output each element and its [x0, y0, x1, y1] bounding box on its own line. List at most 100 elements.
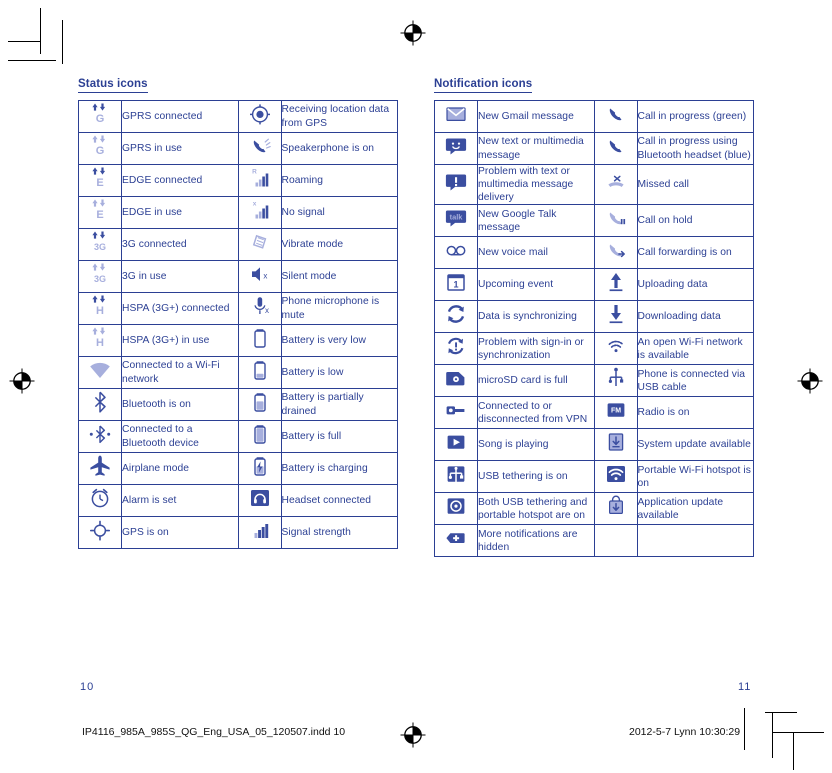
table-row: E EDGE connected R Roaming — [78, 164, 398, 197]
airplane-mode-icon — [87, 453, 113, 479]
table-row: 1 Upcoming event Uploading data — [434, 268, 754, 302]
status-icons-section: Status icons G GPRS connected Receiving lo… — [78, 74, 398, 549]
svg-text:G: G — [96, 145, 105, 157]
notification-icons-table: New Gmail message Call in progress (green… — [434, 100, 754, 558]
notification_icons-left-icon-cell — [434, 100, 478, 133]
battery-partial-icon — [247, 389, 273, 415]
notification_icons-right-icon-cell — [593, 268, 638, 302]
vibrate-mode-icon — [247, 229, 273, 255]
crop-mark-br-v3 — [744, 708, 745, 750]
status_icons-left-icon-cell: 3G — [78, 228, 122, 261]
status_icons-left-label: EDGE connected — [121, 164, 239, 197]
notification_icons-left-label: Problem with sign-in or synchronization — [477, 332, 595, 366]
status_icons-right-label: Battery is full — [280, 420, 398, 453]
status_icons-right-icon-cell — [237, 100, 282, 133]
sync-icon — [443, 301, 469, 327]
status_icons-left-icon-cell: G — [78, 132, 122, 165]
status_icons-right-icon-cell — [237, 356, 282, 389]
table-row: Connected to a Bluetooth device Battery i… — [78, 420, 398, 453]
status_icons-left-icon-cell — [78, 388, 122, 421]
notification_icons-right-label: Call in progress (green) — [636, 100, 754, 133]
calendar-event-icon: 1 — [443, 269, 469, 295]
table-row: Alarm is set Headset connected — [78, 484, 398, 517]
svg-text:R: R — [252, 169, 257, 176]
roaming-icon: R — [247, 165, 273, 191]
notification_icons-right-icon-cell — [593, 236, 638, 270]
svg-text:E: E — [96, 209, 103, 221]
status_icons-right-icon-cell: x — [237, 292, 282, 325]
table-row: Problem with sign-in or synchronization A… — [434, 332, 754, 366]
crop-mark-tl-v2 — [62, 20, 63, 64]
table-row: Problem with text or multimedia message … — [434, 163, 754, 206]
download-icon — [603, 301, 629, 327]
status_icons-left-label: EDGE in use — [121, 196, 239, 229]
3g-in-use-icon: 3G — [87, 261, 113, 287]
table-row: More notifications are hidden — [434, 524, 754, 558]
table-row: New Gmail message Call in progress (green… — [434, 100, 754, 133]
table-row: Bluetooth is on Battery is partially drai… — [78, 388, 398, 421]
status_icons-left-icon-cell — [78, 452, 122, 485]
microphone-mute-icon: x — [247, 293, 273, 319]
page-number-right: 11 — [738, 681, 752, 693]
gprs-in-use-icon: G — [87, 133, 113, 159]
battery-charging-icon — [247, 453, 273, 479]
gprs-connected-icon: G — [87, 101, 113, 127]
wifi-connected-icon — [87, 357, 113, 383]
status_icons-right-icon-cell: x — [237, 260, 282, 293]
usb-cable-icon — [603, 365, 629, 391]
status_icons-left-icon-cell — [78, 516, 122, 549]
tethering-hotspot-icon — [443, 493, 469, 519]
status_icons-right-label: Signal strength — [280, 516, 398, 549]
fm-radio-icon: FM — [603, 397, 629, 423]
status_icons-right-icon-cell — [237, 484, 282, 517]
status_icons-left-label: Connected to a Wi-Fi network — [121, 356, 239, 389]
svg-text:H: H — [96, 337, 104, 349]
status_icons-right-label: No signal — [280, 196, 398, 229]
status-icons-title: Status icons — [78, 78, 148, 93]
notification_icons-left-label: New voice mail — [477, 236, 595, 270]
status_icons-right-icon-cell — [237, 132, 282, 165]
status-icons-table: G GPRS connected Receiving location data f… — [78, 100, 398, 549]
battery-low-icon — [247, 357, 273, 383]
notification_icons-left-label: More notifications are hidden — [477, 524, 595, 558]
status_icons-right-label: Receiving location data from GPS — [280, 100, 398, 133]
notification_icons-left-icon-cell — [434, 492, 478, 526]
google-talk-icon: talk — [443, 205, 469, 231]
notification_icons-left-icon-cell: talk — [434, 204, 478, 238]
svg-text:talk: talk — [450, 213, 464, 222]
notification_icons-left-label: Connected to or disconnected from VPN — [477, 396, 595, 430]
table-row: 3G 3G connected Vibrate mode — [78, 228, 398, 261]
status_icons-right-icon-cell — [237, 388, 282, 421]
sync-problem-icon — [443, 333, 469, 359]
status_icons-right-icon-cell — [237, 324, 282, 357]
svg-text:1: 1 — [453, 280, 458, 290]
notification_icons-right-label: Phone is connected via USB cable — [636, 364, 754, 398]
registration-mark-right — [797, 368, 823, 394]
notification_icons-right-label: An open Wi-Fi network is available — [636, 332, 754, 366]
crop-mark-br-v2 — [793, 732, 794, 770]
notification_icons-right-label: Call in progress using Bluetooth headset… — [636, 132, 754, 165]
alarm-icon — [87, 485, 113, 511]
notification_icons-right-label: Uploading data — [636, 268, 754, 302]
notification_icons-left-label: Problem with text or multimedia message … — [477, 163, 595, 206]
notification_icons-right-label: Call on hold — [636, 204, 754, 238]
vpn-icon — [443, 397, 469, 423]
notification_icons-left-icon-cell — [434, 428, 478, 462]
notification_icons-right-label: Downloading data — [636, 300, 754, 334]
portable-hotspot-icon — [603, 461, 629, 487]
notification_icons-right-icon-cell — [593, 100, 638, 133]
notification_icons-right-icon-cell — [593, 332, 638, 366]
notification_icons-left-icon-cell — [434, 332, 478, 366]
notification_icons-right-label: Missed call — [636, 163, 754, 206]
notification_icons-right-label: Call forwarding is on — [636, 236, 754, 270]
notification_icons-right-icon-cell — [593, 460, 638, 494]
notification_icons-right-icon-cell — [593, 428, 638, 462]
notification-icons-title: Notification icons — [434, 78, 533, 93]
table-row: Connected to a Wi-Fi network Battery is l… — [78, 356, 398, 389]
table-row: G GPRS connected Receiving location data f… — [78, 100, 398, 133]
call-forwarding-icon — [603, 237, 629, 263]
status_icons-right-label: Speakerphone is on — [280, 132, 398, 165]
status_icons-right-icon-cell: x — [237, 196, 282, 229]
table-row: E EDGE in use x No signal — [78, 196, 398, 229]
hspa-connected-icon: H — [87, 293, 113, 319]
